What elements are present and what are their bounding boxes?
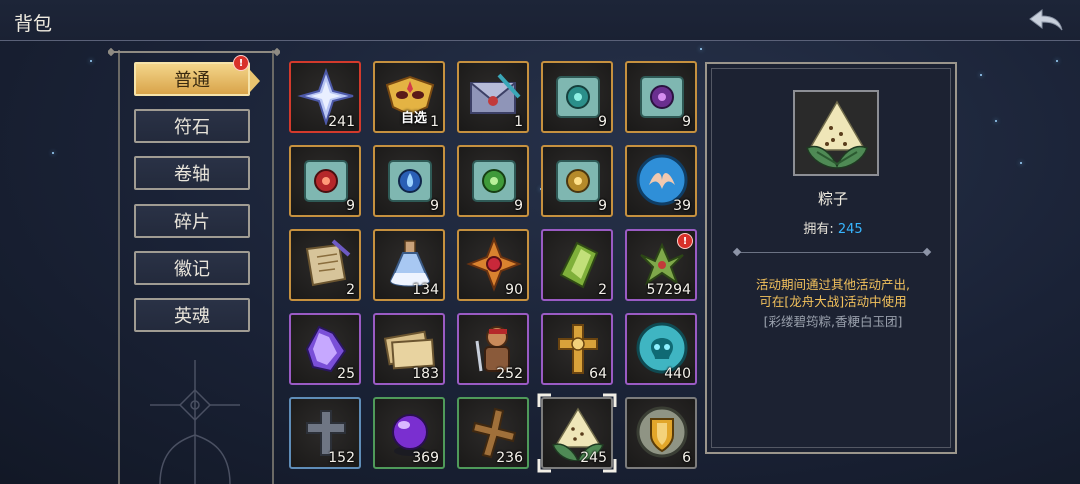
tab-label: 卷轴 [174, 164, 210, 185]
item-count: 245 [580, 450, 607, 466]
inventory-slot[interactable]: 252 [457, 313, 529, 385]
item-description-line2: 可在[龙舟大战]活动中使用 [759, 294, 907, 309]
tab-normal[interactable]: 普通 ! [134, 55, 260, 96]
inventory-slot[interactable]: ! 57294 [625, 229, 697, 301]
inventory-slot[interactable]: 134 [373, 229, 445, 301]
item-count: 241 [328, 114, 355, 130]
inventory-slot[interactable]: 25 [289, 313, 361, 385]
back-arrow-icon[interactable] [1026, 6, 1066, 34]
item-count: 9 [346, 198, 355, 214]
item-count: 6 [682, 450, 691, 466]
inventory-slot[interactable]: 90 [457, 229, 529, 301]
alert-badge: ! [233, 55, 249, 71]
item-description-line1: 活动期间通过其他活动产出, [756, 277, 910, 292]
item-detail-panel: 粽子 拥有: 245 活动期间通过其他活动产出, 可在[龙舟大战]活动中使用 [… [705, 62, 957, 454]
item-count: 9 [598, 198, 607, 214]
item-count: 9 [598, 114, 607, 130]
tab-emblem[interactable]: 徽记 [134, 251, 250, 285]
item-count: 369 [412, 450, 439, 466]
item-count: 134 [412, 282, 439, 298]
tab-label: 徽记 [174, 259, 210, 280]
item-count: 9 [430, 198, 439, 214]
inventory-slot[interactable]: 9 [625, 61, 697, 133]
inventory-slot[interactable]: 2 [541, 229, 613, 301]
owned-count: 245 [837, 222, 863, 237]
owned-count-row: 拥有: 245 [707, 218, 959, 237]
inventory-slot[interactable]: 9 [541, 145, 613, 217]
tab-rune[interactable]: 符石 [134, 109, 250, 143]
item-count: 2 [598, 282, 607, 298]
inventory-slot[interactable]: 236 [457, 397, 529, 469]
inventory-slot[interactable]: 369 [373, 397, 445, 469]
inventory-slot[interactable]: 152 [289, 397, 361, 469]
inventory-slot[interactable]: 64 [541, 313, 613, 385]
tab-label: 符石 [174, 117, 210, 138]
item-name: 粽子 [817, 190, 848, 208]
alert-badge: ! [677, 233, 693, 249]
item-count: 183 [412, 366, 439, 382]
inventory-slot[interactable]: 9 [457, 145, 529, 217]
inventory-slot[interactable]: 1 [457, 61, 529, 133]
item-count: 152 [328, 450, 355, 466]
divider [737, 252, 927, 253]
active-tab-arrow [250, 70, 260, 92]
tab-hero-soul[interactable]: 英魂 [134, 298, 250, 332]
inventory-slot[interactable]: 241 [289, 61, 361, 133]
item-count: 9 [682, 114, 691, 130]
sidebar-ornament [150, 360, 240, 484]
inventory-slot[interactable]: 183 [373, 313, 445, 385]
owned-label: 拥有: [803, 222, 834, 237]
item-count: 57294 [646, 282, 691, 298]
item-count: 64 [589, 366, 607, 382]
tab-scroll[interactable]: 卷轴 [134, 156, 250, 190]
page-title: 背包 [14, 13, 53, 35]
item-count: 39 [673, 198, 691, 214]
inventory-slot[interactable]: 440 [625, 313, 697, 385]
item-count: 1 [514, 114, 523, 130]
item-count: 2 [346, 282, 355, 298]
tab-label: 碎片 [174, 212, 210, 233]
tab-label: 普通 [174, 70, 210, 91]
top-bar: 背包 [0, 0, 1080, 41]
inventory-slot[interactable]: 6 [625, 397, 697, 469]
sidebar-top-ornament [108, 48, 280, 56]
inventory-slot[interactable]: 39 [625, 145, 697, 217]
item-count: 252 [496, 366, 523, 382]
item-count: 25 [337, 366, 355, 382]
item-count: 440 [664, 366, 691, 382]
inventory-slot[interactable]: 9 [289, 145, 361, 217]
item-count: 90 [505, 282, 523, 298]
inventory-slot[interactable]: 9 [373, 145, 445, 217]
item-count: 236 [496, 450, 523, 466]
zongzi-icon [806, 100, 868, 169]
item-count: 1 [430, 114, 439, 130]
item-count: 9 [514, 198, 523, 214]
detail-item-frame [793, 90, 879, 176]
item-flavor-text: [彩缕碧筠粽,香粳白玉团] [763, 314, 903, 329]
item-tag: 自选 [401, 111, 428, 126]
inventory-slot[interactable]: 245 [541, 397, 613, 469]
tab-fragment[interactable]: 碎片 [134, 204, 250, 238]
tab-label: 英魂 [174, 306, 210, 327]
inventory-slot[interactable]: 9 [541, 61, 613, 133]
inventory-slot[interactable]: 自选 1 [373, 61, 445, 133]
inventory-slot[interactable]: 2 [289, 229, 361, 301]
